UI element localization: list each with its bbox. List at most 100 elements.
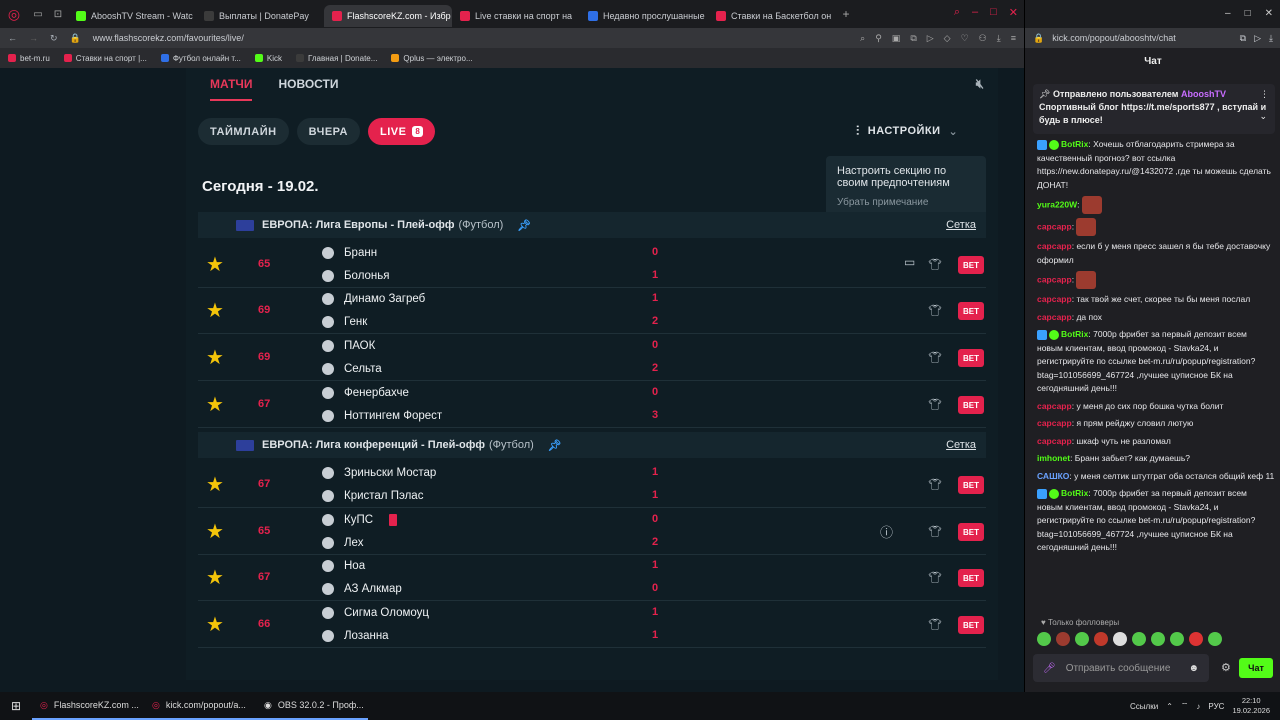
bet-button[interactable]: BET — [958, 476, 984, 494]
screenshot-icon[interactable]: ▣ — [892, 33, 901, 44]
mic-icon[interactable]: 🎤︎ — [1043, 663, 1056, 674]
favorite-star-icon[interactable]: ★ — [206, 255, 224, 275]
home-team[interactable]: Ноа — [322, 559, 365, 573]
tab-matches[interactable]: МАТЧИ — [210, 77, 253, 101]
chat-username[interactable]: сарсарр — [1037, 418, 1072, 428]
more-icon[interactable]: ⋮ — [1260, 88, 1269, 101]
lineup-shirt-icon[interactable]: 👕︎ — [928, 350, 942, 364]
bet-button[interactable]: BET — [958, 349, 984, 367]
settings-button[interactable]: ⫶ НАСТРОЙКИ ⌄ — [856, 123, 958, 139]
chat-username[interactable]: САШКО — [1037, 471, 1069, 481]
search-tabs-icon[interactable]: ⌕ — [954, 6, 960, 19]
download-icon[interactable]: ⤓ — [997, 33, 1001, 44]
chat-username[interactable]: сарсарр — [1037, 221, 1072, 231]
chat-url[interactable]: kick.com/popout/abooshtv/chat — [1052, 33, 1176, 43]
bet-button[interactable]: BET — [958, 396, 984, 414]
links-label[interactable]: Ссылки — [1130, 702, 1158, 711]
favorite-icon[interactable]: ♡ — [961, 33, 969, 44]
emote-icon[interactable] — [1075, 632, 1089, 646]
away-team[interactable]: Болонья — [322, 269, 390, 283]
clock[interactable]: 22:10 19.02.2026 — [1232, 696, 1270, 716]
bracket-link[interactable]: Сетка — [946, 219, 976, 231]
bookmark-item[interactable]: bet-m.ru — [8, 54, 50, 63]
filter-timeline[interactable]: ТАЙМЛАЙН — [198, 118, 289, 145]
taskbar-app[interactable]: ◎ FlashscoreKZ.com ... — [32, 692, 144, 720]
match-row[interactable]: ★ 65 КуПС Лех 0 2 ⓘ 👕︎ BET — [198, 509, 986, 555]
away-team[interactable]: Кристал Пэлас — [322, 489, 423, 503]
play-icon[interactable]: ▷ — [1254, 33, 1261, 44]
home-team[interactable]: ПАОК — [322, 339, 375, 353]
chat-username[interactable]: BotRix — [1061, 488, 1088, 498]
home-team[interactable]: КуПС — [322, 513, 398, 527]
lineup-shirt-icon[interactable]: 👕︎ — [928, 397, 942, 411]
lineup-shirt-icon[interactable]: 👕︎ — [928, 617, 942, 631]
browser-tab[interactable]: Live ставки на спорт на — [452, 5, 580, 27]
send-chat-button[interactable]: Чат — [1239, 658, 1273, 678]
emote-icon[interactable] — [1056, 632, 1070, 646]
home-team[interactable]: Динамо Загреб — [322, 292, 425, 306]
profile-icon[interactable]: ⚇ — [979, 33, 987, 44]
mute-icon[interactable]: 🔇︎ — [976, 76, 984, 92]
chat-username[interactable]: imhonet — [1037, 453, 1070, 463]
lineup-shirt-icon[interactable]: 👕︎ — [928, 477, 942, 491]
favorite-star-icon[interactable]: ★ — [206, 301, 224, 321]
browser-tab[interactable]: Недавно прослушанные — [580, 5, 708, 27]
close-window-icon[interactable]: ✕ — [1265, 8, 1273, 19]
emote-icon[interactable] — [1094, 632, 1108, 646]
filter-live[interactable]: LIVE 8 — [367, 118, 436, 145]
emote-icon[interactable] — [1151, 632, 1165, 646]
home-team[interactable]: Зриньски Мостар — [322, 466, 436, 480]
favorite-star-icon[interactable]: ★ — [206, 475, 224, 495]
back-icon[interactable]: ← — [8, 33, 17, 43]
bookmark-item[interactable]: Футбол онлайн т... — [160, 54, 241, 63]
close-window-icon[interactable]: ✕ — [1009, 6, 1018, 19]
emoji-icon[interactable]: ☻ — [1188, 663, 1199, 674]
home-team[interactable]: Бранн — [322, 246, 377, 260]
away-team[interactable]: Сельта — [322, 362, 382, 376]
away-team[interactable]: Лозанна — [322, 629, 389, 643]
away-team[interactable]: Генк — [322, 315, 367, 329]
lineup-shirt-icon[interactable]: 👕︎ — [928, 257, 942, 271]
bet-button[interactable]: BET — [958, 616, 984, 634]
play-icon[interactable]: ▷ — [927, 33, 934, 44]
match-row[interactable]: ★ 66 Сигма Оломоуц Лозанна 1 1 👕︎ BET — [198, 602, 986, 648]
chat-username[interactable]: сарсарр — [1037, 436, 1072, 446]
minimize-icon[interactable]: – — [972, 6, 978, 19]
chat-username[interactable]: сарсарр — [1037, 274, 1072, 284]
filter-yesterday[interactable]: ВЧЕРА — [296, 118, 360, 145]
favorite-star-icon[interactable]: ★ — [206, 615, 224, 635]
home-team[interactable]: Сигма Оломоуц — [322, 606, 429, 620]
chat-username[interactable]: сарсарр — [1037, 294, 1072, 304]
favorite-star-icon[interactable]: ★ — [206, 395, 224, 415]
tab-news[interactable]: НОВОСТИ — [278, 77, 338, 91]
bet-button[interactable]: BET — [958, 569, 984, 587]
emote-icon[interactable] — [1170, 632, 1184, 646]
collapse-icon[interactable]: ⌄ — [1259, 110, 1267, 123]
emote-icon[interactable] — [1037, 632, 1051, 646]
lineup-shirt-icon[interactable]: 👕︎ — [928, 570, 942, 584]
league-name[interactable]: ЕВРОПА: Лига конференций - Плей-офф — [262, 439, 485, 451]
taskbar-app[interactable]: ◎ kick.com/popout/a... — [144, 692, 256, 720]
chat-username[interactable]: BotRix — [1061, 139, 1088, 149]
browser-tab[interactable]: Ставки на Баскетбол он — [708, 5, 836, 27]
sidebar-toggle-icon[interactable]: ▭ — [28, 9, 48, 20]
bookmark-item[interactable]: Ставки на спорт |... — [63, 54, 147, 63]
pinned-user[interactable]: AbooshTV — [1181, 89, 1226, 99]
emote-icon[interactable] — [1208, 632, 1222, 646]
info-icon[interactable]: ⓘ — [880, 522, 893, 541]
bookmark-item[interactable]: Qplus — электро... — [391, 54, 473, 63]
match-row[interactable]: ★ 69 Динамо Загреб Генк 1 2 👕︎ BET — [198, 288, 986, 334]
chat-username[interactable]: yura220W — [1037, 199, 1077, 209]
favorite-star-icon[interactable]: ★ — [206, 348, 224, 368]
forward-icon[interactable]: → — [29, 33, 38, 43]
browser-tab[interactable]: AbooshTV Stream - Watc — [68, 5, 196, 27]
extension-icon[interactable]: ⧉ — [1240, 33, 1246, 44]
start-icon[interactable]: ⊞ — [0, 699, 32, 713]
favorite-star-icon[interactable]: ★ — [206, 522, 224, 542]
message-input[interactable]: 🎤︎ Отправить сообщение ☻ — [1033, 654, 1209, 682]
chat-username[interactable]: BotRix — [1061, 329, 1088, 339]
lineup-shirt-icon[interactable]: 👕︎ — [928, 303, 942, 317]
emote-icon[interactable] — [1132, 632, 1146, 646]
bet-button[interactable]: BET — [958, 302, 984, 320]
match-row[interactable]: ★ 67 Фенербахче Ноттингем Форест 0 3 👕︎ BET — [198, 382, 986, 428]
